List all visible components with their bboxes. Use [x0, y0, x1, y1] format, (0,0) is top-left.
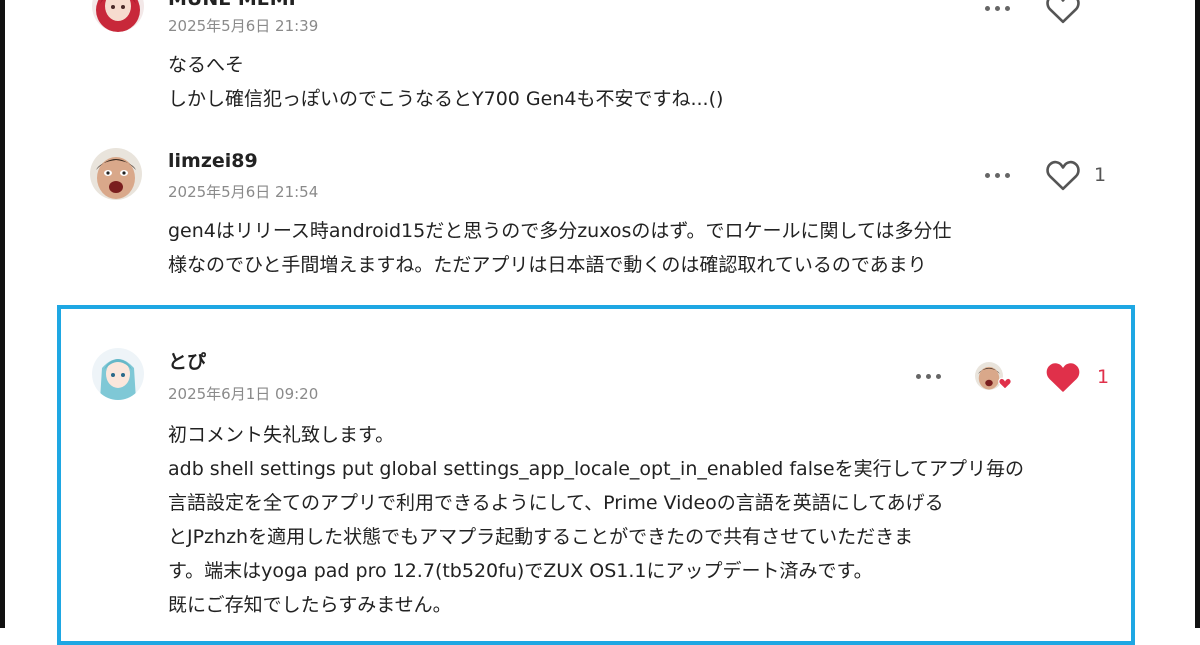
- comment-line: しかし確信犯っぽいのでこうなるとY700 Gen4も不安ですね...(): [168, 88, 724, 110]
- comment-line: す。端末はyoga pad pro 12.7(tb520fu)でZUX OS1.…: [168, 560, 873, 582]
- user-avatar[interactable]: [92, 0, 144, 32]
- more-options-icon[interactable]: [915, 366, 945, 386]
- more-options-icon[interactable]: [984, 165, 1014, 185]
- user-avatar[interactable]: [92, 348, 144, 400]
- comment-line: 初コメント失礼致します。: [168, 424, 395, 446]
- liker-heart-icon: [998, 377, 1012, 390]
- comment-date: 2025年5月6日 21:39: [168, 17, 319, 35]
- comment-line: gen4はリリース時android15だと思うので多分zuxosのはず。でロケー…: [168, 220, 952, 242]
- comment-line: とJPzhzhを適用した状態でもアマプラ起動することができたので共有させていただ…: [168, 526, 914, 548]
- like-count: 1: [1097, 366, 1110, 388]
- comment-line: adb shell settings put global settings_a…: [168, 458, 1024, 480]
- comment-item: MUNE MEMI 2025年5月6日 21:39 なるへそ しかし確信犯っぽい…: [0, 0, 1200, 140]
- clip-edge: [0, 289, 1200, 305]
- comment-body: なるへそ しかし確信犯っぽいのでこうなるとY700 Gen4も不安ですね...(…: [168, 48, 723, 116]
- comment-date: 2025年6月1日 09:20: [168, 385, 319, 403]
- comment-item: とぴ 2025年6月1日 09:20 初コメント失礼致します。 adb shel…: [0, 305, 1200, 628]
- heart-icon[interactable]: [1045, 159, 1081, 191]
- comment-item: limzei89 2025年5月6日 21:54 gen4はリリース時andro…: [0, 140, 1200, 310]
- more-options-icon[interactable]: [984, 0, 1014, 18]
- user-avatar[interactable]: [90, 148, 142, 200]
- heart-filled-icon[interactable]: [1045, 361, 1081, 393]
- comment-line: なるへそ: [168, 54, 245, 76]
- comment-line: 言語設定を全てのアプリで利用できるようにして、Prime Videoの言語を英語…: [168, 492, 944, 514]
- heart-icon[interactable]: [1045, 0, 1081, 24]
- comment-line: 様なのでひと手間増えますね。ただアプリは日本語で動くのは確認取れているのであまり: [168, 254, 927, 276]
- comment-date: 2025年5月6日 21:54: [168, 183, 319, 201]
- like-count: 1: [1094, 164, 1107, 186]
- comment-body: 初コメント失礼致します。 adb shell settings put glob…: [168, 418, 1024, 622]
- username[interactable]: limzei89: [168, 150, 258, 172]
- comment-line: 既にご存知でしたらすみません。: [168, 594, 452, 616]
- username[interactable]: MUNE MEMI: [168, 0, 296, 10]
- username[interactable]: とぴ: [168, 347, 206, 374]
